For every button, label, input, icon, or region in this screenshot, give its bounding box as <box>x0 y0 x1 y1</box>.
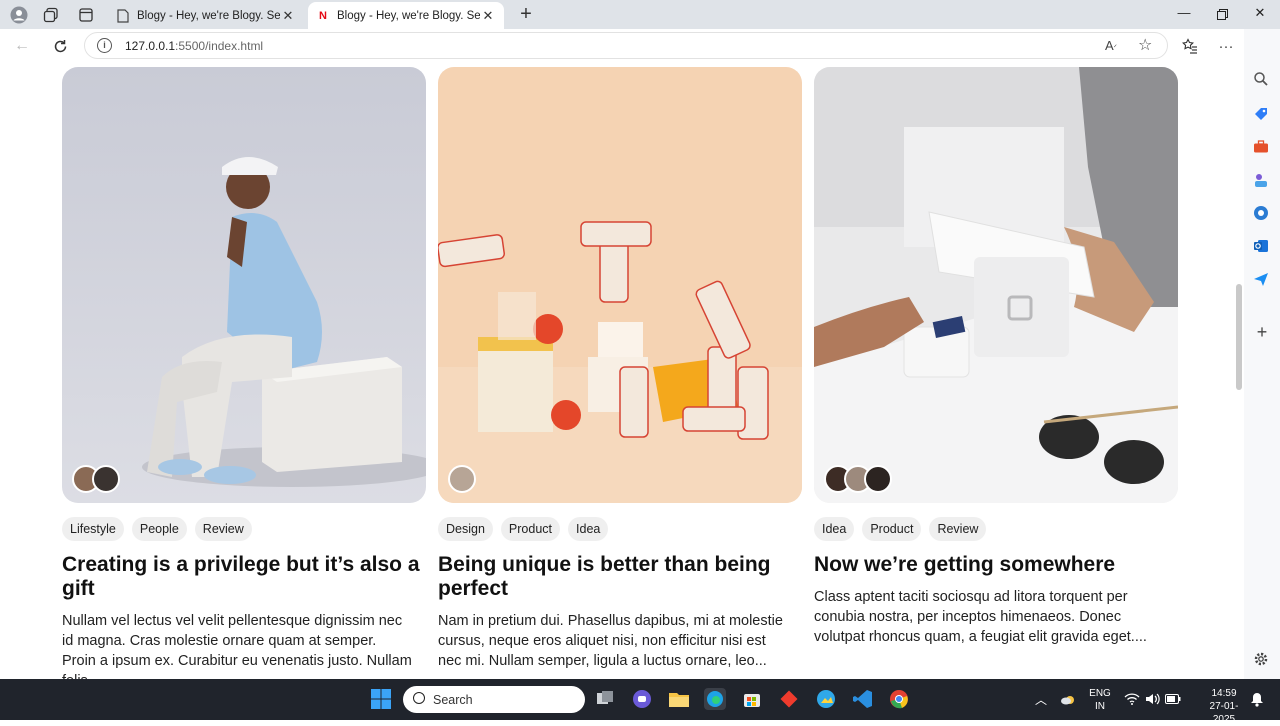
vscode-icon[interactable] <box>852 688 874 710</box>
chevron-up-icon[interactable]: ︿ <box>1035 691 1047 708</box>
tag-list: Idea Product Review <box>814 517 1178 541</box>
favorites-icon[interactable] <box>1179 35 1201 57</box>
file-explorer-icon[interactable] <box>668 688 690 710</box>
tag[interactable]: Design <box>438 517 493 541</box>
card-excerpt: Nullam vel lectus vel velit pellentesque… <box>62 613 412 679</box>
man-sitting-on-box-photo[interactable] <box>62 67 426 503</box>
taskbar-search[interactable]: Search <box>403 686 585 713</box>
notification-bell-icon[interactable] <box>1250 692 1264 710</box>
time-text: 14:59 <box>1211 688 1237 699</box>
back-icon[interactable]: ← <box>11 35 33 57</box>
page-viewport: Lifestyle People Review Creating is a pr… <box>4 62 1244 679</box>
url-text: 127.0.0.1:5500/index.html <box>125 39 264 53</box>
browser-toolbar: ← i 127.0.0.1:5500/index.html Aᐟ ☆ ··· <box>0 29 1280 62</box>
teams-chat-icon[interactable] <box>631 688 653 710</box>
tab-title: Blogy - Hey, we're Blogy. See our <box>337 9 480 22</box>
blog-card[interactable]: Lifestyle People Review Creating is a pr… <box>62 67 426 679</box>
tag[interactable]: Idea <box>568 517 609 541</box>
language-code: ENG <box>1089 688 1111 699</box>
games-icon[interactable] <box>1253 172 1271 190</box>
avatar[interactable] <box>92 465 120 493</box>
card-excerpt: Nam in pretium dui. Phasellus dapibus, m… <box>438 613 783 669</box>
microsoft-365-icon[interactable] <box>1253 205 1271 223</box>
tag-list: Lifestyle People Review <box>62 517 426 541</box>
avatar[interactable] <box>864 465 892 493</box>
close-tab-icon[interactable]: ✕ <box>480 8 496 24</box>
card-excerpt: Class aptent taciti sociosqu ad litora t… <box>814 589 1147 645</box>
minimize-button[interactable]: — <box>1172 5 1196 25</box>
wifi-icon[interactable] <box>1124 692 1140 709</box>
tag[interactable]: Review <box>929 517 987 541</box>
site-info-icon[interactable]: i <box>97 38 112 53</box>
browser-tab-bar: Blogy - Hey, we're Blogy. See our ✕ N Bl… <box>0 0 1280 29</box>
maximize-button[interactable] <box>1210 5 1234 25</box>
windows-start-icon[interactable] <box>370 688 392 710</box>
date-text: 27-01-2025 <box>1209 701 1239 725</box>
battery-icon[interactable] <box>1165 693 1181 708</box>
favorite-star-icon[interactable]: ☆ <box>1138 35 1152 55</box>
anydesk-icon[interactable] <box>778 688 800 710</box>
card-title[interactable]: Being unique is better than being perfec… <box>438 553 802 601</box>
search-icon <box>413 692 425 704</box>
send-drop-icon[interactable] <box>1253 271 1271 289</box>
refresh-icon[interactable] <box>49 35 71 57</box>
page-icon <box>116 8 130 23</box>
netflix-icon: N <box>319 9 327 22</box>
edge-browser-icon[interactable] <box>704 688 726 710</box>
photo-app-icon[interactable] <box>815 688 837 710</box>
scrollbar-thumb[interactable] <box>1236 284 1242 390</box>
search-label: Search <box>433 692 473 707</box>
input-language[interactable]: ENG IN <box>1088 687 1112 713</box>
tab-blogy-1[interactable]: Blogy - Hey, we're Blogy. See our ✕ <box>108 2 304 29</box>
windows-taskbar: Search ︿ ENG IN 14:59 27-01-2025 <box>0 679 1280 725</box>
task-view-icon[interactable] <box>594 688 616 710</box>
avatar[interactable] <box>448 465 476 493</box>
microsoft-store-icon[interactable] <box>741 688 763 710</box>
tab-blogy-2[interactable]: N Blogy - Hey, we're Blogy. See our ✕ <box>308 2 504 29</box>
add-sidebar-app-icon[interactable]: + <box>1253 323 1271 341</box>
tag[interactable]: Idea <box>814 517 855 541</box>
profile-icon[interactable] <box>8 4 30 26</box>
outlook-icon[interactable] <box>1253 238 1271 256</box>
tag-list: Design Product Idea <box>438 517 802 541</box>
new-tab-button[interactable]: + <box>515 4 537 26</box>
blog-card[interactable]: Idea Product Review Now we’re getting so… <box>814 67 1178 647</box>
card-title[interactable]: Now we’re getting somewhere <box>814 553 1178 577</box>
clock[interactable]: 14:59 27-01-2025 <box>1202 687 1246 726</box>
author-avatars <box>448 465 476 493</box>
settings-gear-icon[interactable] <box>1253 651 1271 669</box>
tag[interactable]: Review <box>194 517 252 541</box>
close-tab-icon[interactable]: ✕ <box>280 8 296 24</box>
search-icon[interactable] <box>1253 71 1271 89</box>
dandy-cans-product-photo[interactable] <box>438 67 802 503</box>
blog-card[interactable]: Design Product Idea Being unique is bett… <box>438 67 802 671</box>
tag[interactable]: Lifestyle <box>62 517 124 541</box>
read-aloud-icon[interactable]: Aᐟ <box>1105 38 1117 53</box>
tag[interactable]: Product <box>500 517 561 541</box>
edge-sidebar: + <box>1244 29 1280 679</box>
region-code: IN <box>1095 701 1105 712</box>
weather-icon[interactable] <box>1060 692 1076 709</box>
tab-actions-icon[interactable] <box>75 4 97 26</box>
chrome-icon[interactable] <box>888 688 910 710</box>
tools-briefcase-icon[interactable] <box>1253 139 1271 157</box>
author-avatars <box>824 465 892 493</box>
close-window-button[interactable]: ✕ <box>1248 5 1272 25</box>
card-title[interactable]: Creating is a privilege but it’s also a … <box>62 553 426 601</box>
address-bar[interactable]: i 127.0.0.1:5500/index.html Aᐟ ☆ <box>84 32 1168 59</box>
workspaces-icon[interactable] <box>40 4 62 26</box>
volume-icon[interactable] <box>1145 692 1161 709</box>
shopping-tag-icon[interactable] <box>1253 106 1271 124</box>
tab-title: Blogy - Hey, we're Blogy. See our <box>137 9 280 22</box>
more-options-icon[interactable]: ··· <box>1215 35 1237 57</box>
tag[interactable]: Product <box>862 517 922 541</box>
tag[interactable]: People <box>131 517 187 541</box>
card-payment-terminal-photo[interactable] <box>814 67 1178 503</box>
author-avatars <box>72 465 120 493</box>
